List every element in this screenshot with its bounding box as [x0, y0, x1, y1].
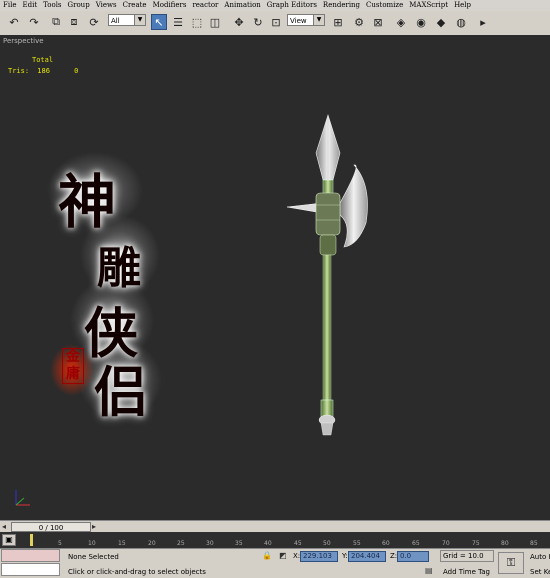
menu-item-rendering[interactable]: Rendering [320, 0, 363, 11]
select-and-link-icon[interactable]: ⧉ [48, 14, 64, 30]
material-editor-icon[interactable]: ◍ [453, 14, 469, 30]
window-crossing-icon[interactable]: ◫ [207, 14, 223, 30]
quick-render-icon[interactable]: ◆ [433, 14, 449, 30]
calligraphy-char: 雕 [97, 243, 141, 294]
calligraphy-char: 神 [58, 168, 117, 236]
timeline-tick-label: 10 [88, 540, 96, 547]
bind-to-space-warp-icon[interactable]: ⟳ [86, 14, 102, 30]
snap-toggle-icon[interactable]: ⊠ [370, 14, 386, 30]
y-coordinate-field[interactable]: 204.404 [348, 551, 386, 562]
timeline-tick-label: 70 [442, 540, 450, 547]
select-and-move-icon[interactable]: ✥ [231, 14, 247, 30]
menu-item-views[interactable]: Views [93, 0, 120, 11]
current-frame-marker[interactable] [30, 534, 33, 546]
timeline-tick-label: 55 [353, 540, 361, 547]
timeline-tick-label: 35 [235, 540, 243, 547]
main-toolbar: ↶ ↷ ⧉ ⧈ ⟳ All ▼ ↖ ☰ ⬚ ◫ ✥ ↻ ⊡ View ▼ ⊞ ⚙… [0, 11, 550, 36]
timeline-tick-label: 20 [148, 540, 156, 547]
reference-coordinate-value: View [290, 17, 307, 25]
unlink-selection-icon[interactable]: ⧈ [66, 14, 82, 30]
axis-gizmo-icon [15, 490, 30, 506]
chevron-down-icon: ▼ [313, 15, 324, 25]
undo-icon[interactable]: ↶ [6, 14, 22, 30]
render-frame-icon[interactable]: ◉ [413, 14, 429, 30]
calligraphy-char: 侣 [94, 360, 148, 424]
menu-item-edit[interactable]: Edit [19, 0, 40, 11]
maxscript-listener-mini[interactable] [1, 549, 60, 562]
timeline-tick-label: 65 [412, 540, 420, 547]
menu-item-modifiers[interactable]: Modifiers [150, 0, 190, 11]
timeline-tick-label: 5 [58, 540, 62, 547]
x-coordinate-field[interactable]: 229.103 [300, 551, 338, 562]
menu-item-help[interactable]: Help [451, 0, 474, 11]
select-and-scale-icon[interactable]: ⊡ [268, 14, 284, 30]
timeline-tick-label: 80 [501, 540, 509, 547]
perspective-viewport[interactable]: Perspective Total Tris: 186 0 神 雕 侠 侣 金庸 [0, 35, 550, 520]
set-key-button[interactable]: Set Ke [530, 568, 550, 576]
halberd-model[interactable] [286, 114, 368, 436]
selection-status: None Selected [68, 553, 119, 561]
menu-bar: File Edit Tools Group Views Create Modifiers re… [0, 0, 550, 11]
selection-filter-dropdown[interactable]: All ▼ [108, 14, 146, 26]
timeline-tick-label: 45 [294, 540, 302, 547]
menu-item-tools[interactable]: Tools [40, 0, 64, 11]
menu-item-graph-editors[interactable]: Graph Editors [264, 0, 320, 11]
select-and-rotate-icon[interactable]: ↻ [250, 14, 266, 30]
render-setup-icon[interactable]: ◈ [393, 14, 409, 30]
timeline-tick-label: 85 [530, 540, 538, 547]
reference-coordinate-dropdown[interactable]: View ▼ [287, 14, 325, 26]
maxscript-input[interactable] [1, 563, 60, 576]
select-by-name-icon[interactable]: ☰ [170, 14, 186, 30]
timeline-tick-label: 15 [118, 540, 126, 547]
menu-item-group[interactable]: Group [65, 0, 93, 11]
menu-item-maxscript[interactable]: MAXScript [406, 0, 451, 11]
key-icon[interactable]: ⚿ [498, 552, 524, 574]
z-coordinate-field[interactable]: 0.0 [397, 551, 429, 562]
chevron-right-icon[interactable]: ▸ [92, 522, 96, 531]
track-bar[interactable]: ▣ [0, 532, 550, 548]
timeline-tick-label: 75 [472, 540, 480, 547]
y-label: Y: [342, 552, 348, 560]
lock-icon[interactable]: 🔒 [262, 551, 272, 560]
grid-spacing-display: Grid = 10.0 [440, 550, 494, 562]
pivot-center-icon[interactable]: ⊞ [330, 14, 346, 30]
timeline-tick-label: 50 [323, 540, 331, 547]
seal-stamp: 金庸 [62, 348, 84, 384]
time-tag-icon[interactable]: ▤ [425, 566, 433, 575]
time-slider-thumb[interactable]: 0 / 100 [11, 522, 91, 532]
menu-item-create[interactable]: Create [120, 0, 150, 11]
timeline-tick-label: 40 [264, 540, 272, 547]
toolbar-overflow-icon[interactable]: ▸ [475, 14, 491, 30]
menu-item-animation[interactable]: Animation [221, 0, 263, 11]
rectangular-selection-icon[interactable]: ⬚ [189, 14, 205, 30]
key-mode-icon[interactable]: ▣ [2, 534, 16, 546]
select-and-manipulate-icon[interactable]: ⚙ [351, 14, 367, 30]
timeline-tick-label: 25 [177, 540, 185, 547]
add-time-tag-button[interactable]: Add Time Tag [443, 568, 490, 576]
menu-item-reactor[interactable]: reactor [189, 0, 221, 11]
chevron-left-icon[interactable]: ◂ [2, 522, 6, 531]
transform-mode-icon[interactable]: ◩ [279, 551, 287, 560]
timeline-tick-label: 60 [382, 540, 390, 547]
selection-filter-value: All [111, 17, 120, 25]
menu-item-customize[interactable]: Customize [363, 0, 406, 11]
prompt-line: Click or click-and-drag to select object… [68, 568, 206, 576]
menu-item-file[interactable]: File [0, 0, 19, 11]
auto-key-button[interactable]: Auto Ke [530, 553, 550, 561]
chevron-down-icon: ▼ [134, 15, 145, 25]
redo-icon[interactable]: ↷ [26, 14, 42, 30]
select-object-icon[interactable]: ↖ [151, 14, 167, 30]
viewport-scene [15, 114, 368, 506]
timeline-tick-label: 30 [206, 540, 214, 547]
